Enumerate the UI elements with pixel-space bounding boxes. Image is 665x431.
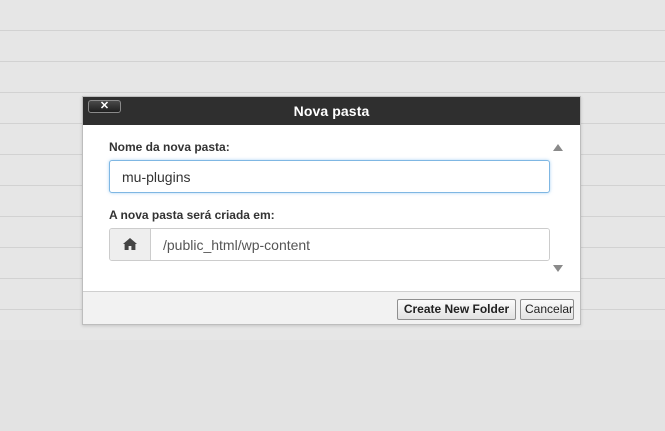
cancel-button[interactable]: Cancelar <box>520 299 574 320</box>
folder-location-input[interactable] <box>151 229 549 260</box>
home-addon <box>110 229 151 260</box>
folder-location-label: A nova pasta será criada em: <box>109 208 275 222</box>
dialog-body: Nome da nova pasta: A nova pasta será cr… <box>83 125 580 291</box>
create-new-folder-button[interactable]: Create New Folder <box>397 299 516 320</box>
scroll-up-arrow-icon[interactable] <box>553 144 563 151</box>
dialog-titlebar[interactable]: ✕ Nova pasta <box>83 97 580 125</box>
row-divider <box>0 61 665 62</box>
dialog-footer: Create New Folder Cancelar <box>83 291 580 324</box>
row-divider <box>0 30 665 31</box>
scroll-down-arrow-icon[interactable] <box>553 265 563 272</box>
folder-name-input[interactable] <box>109 160 550 193</box>
folder-name-label: Nome da nova pasta: <box>109 140 230 154</box>
dialog-title: Nova pasta <box>293 103 370 119</box>
new-folder-dialog: ✕ Nova pasta Nome da nova pasta: A nova … <box>82 96 581 325</box>
background-empty-area <box>0 340 665 431</box>
folder-location-field <box>109 228 550 261</box>
home-icon <box>123 238 137 250</box>
row-divider <box>0 92 665 93</box>
